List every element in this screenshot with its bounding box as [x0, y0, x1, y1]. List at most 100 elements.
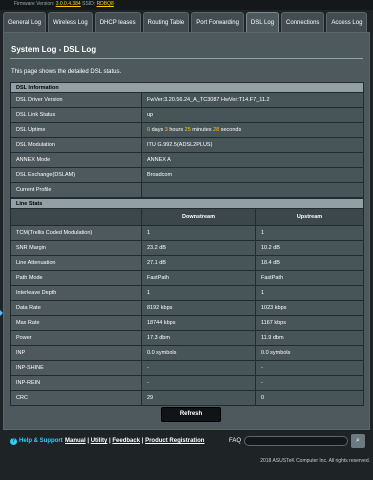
table-row: ANNEX Mode ANNEX A — [10, 152, 364, 168]
line-stat-label: TCM(Trellis Coded Modulation) — [10, 225, 142, 241]
table-row: Path Mode FastPath FastPath — [10, 270, 364, 286]
tab-dsl-log[interactable]: DSL Log — [245, 12, 280, 32]
table-row: Line Attenuation 27.1 dB 18.4 dB — [10, 255, 364, 271]
downstream-value: 18744 kbps — [141, 315, 256, 331]
upstream-column-header: Upstream — [255, 208, 364, 226]
upstream-value: 0 — [255, 390, 364, 406]
tab-general-log[interactable]: General Log — [3, 12, 47, 32]
dsl-modulation-value: ITU G.992.5(ADSL2PLUS) — [141, 137, 364, 153]
downstream-value: - — [141, 375, 256, 391]
dsl-uptime-value: 0 days 3 hours 25 minutes 28 seconds — [141, 122, 364, 138]
table-row: DSL Uptime 0 days 3 hours 25 minutes 28 … — [10, 122, 364, 138]
downstream-value: 1 — [141, 285, 256, 301]
line-stat-label: Power — [10, 330, 142, 346]
faq-label: FAQ — [229, 438, 242, 444]
upstream-value: 0.0 symbols — [255, 345, 364, 361]
page-description: This page shows the detailed DSL status. — [11, 69, 122, 75]
dsl-uptime-label: DSL Uptime — [10, 122, 142, 138]
tab-access-log[interactable]: Access Log — [326, 12, 368, 32]
log-tabs: General Log Wireless Log DHCP leases Rou… — [3, 12, 370, 32]
line-stat-label: SNR Margin — [10, 240, 142, 256]
table-row: Max Rate 18744 kbps 1167 kbps — [10, 315, 364, 331]
upstream-value: 11.9 dbm — [255, 330, 364, 346]
dsl-link-status-value: up — [141, 107, 364, 123]
tab-dhcp-leases[interactable]: DHCP leases — [94, 12, 141, 32]
annex-mode-label: ANNEX Mode — [10, 152, 142, 168]
tab-wireless-log[interactable]: Wireless Log — [48, 12, 93, 32]
table-row: Data Rate 8192 kbps 1023 kbps — [10, 300, 364, 316]
dsl-driver-version-label: DSL Driver Version — [10, 92, 142, 108]
line-stat-label: Max Rate — [10, 315, 142, 331]
downstream-value: 27.1 dB — [141, 255, 256, 271]
dsl-driver-version-value: FwVer:3.20.56.24_A_TC3087 HwVer:T14.F7_1… — [141, 92, 364, 108]
tab-routing-table[interactable]: Routing Table — [142, 12, 190, 32]
tab-port-forwarding[interactable]: Port Forwarding — [191, 12, 244, 32]
copyright: 2018 ASUSTeK Computer Inc. All rights re… — [260, 458, 370, 464]
table-row: SNR Margin 23.2 dB 10.2 dB — [10, 240, 364, 256]
footer-links: Manual | Utility | Feedback | Product Re… — [65, 438, 205, 444]
ssid-link[interactable]: RDBQ8 — [97, 1, 114, 7]
faq-search-input[interactable] — [244, 436, 348, 446]
footer: ? Help & Support Manual | Utility | Feedb… — [0, 432, 373, 452]
help-support: ? Help & Support — [10, 438, 63, 445]
table-row: Current Profile — [10, 182, 364, 198]
refresh-button[interactable]: Refresh — [161, 407, 221, 422]
help-support-label: Help & Support — [19, 438, 63, 444]
table-row: Power 17.3 dbm 11.9 dbm — [10, 330, 364, 346]
downstream-value: 1 — [141, 225, 256, 241]
table-row: DSL Link Status up — [10, 107, 364, 123]
upstream-value: - — [255, 375, 364, 391]
table-row: INP-SHINE - - — [10, 360, 364, 376]
firmware-bar: Firmware Version: 3.0.0.4.384 SSID: RDBQ… — [0, 0, 373, 10]
line-stat-label: Line Attenuation — [10, 255, 142, 271]
downstream-value: 0.0 symbols — [141, 345, 256, 361]
upstream-value: 1 — [255, 285, 364, 301]
annex-mode-value: ANNEX A — [141, 152, 364, 168]
expand-arrow-icon[interactable] — [0, 310, 3, 316]
line-stats-corner — [10, 208, 142, 226]
downstream-column-header: Downstream — [141, 208, 256, 226]
page-title: System Log - DSL Log — [11, 45, 97, 54]
dsl-exchange-value: Broadcom — [141, 167, 364, 183]
firmware-version-link[interactable]: 3.0.0.4.384 — [56, 1, 81, 7]
table-row: TCM(Trellis Coded Modulation) 1 1 — [10, 225, 364, 241]
search-icon[interactable]: ⌕ — [351, 434, 365, 448]
dsl-link-status-label: DSL Link Status — [10, 107, 142, 123]
current-profile-value — [141, 182, 364, 198]
table-row: INP 0.0 symbols 0.0 symbols — [10, 345, 364, 361]
ssid-label: SSID: — [80, 1, 97, 7]
upstream-value: 10.2 dB — [255, 240, 364, 256]
downstream-value: FastPath — [141, 270, 256, 286]
line-stats-table: Line Stats Downstream Upstream TCM(Trell… — [10, 198, 364, 406]
line-stats-header: Line Stats — [10, 198, 364, 209]
downstream-value: 8192 kbps — [141, 300, 256, 316]
line-stat-label: INP-SHINE — [10, 360, 142, 376]
table-row: DSL Driver Version FwVer:3.20.56.24_A_TC… — [10, 92, 364, 108]
dsl-exchange-label: DSL Exchange(DSLAM) — [10, 167, 142, 183]
product-registration-link[interactable]: Product Registration — [145, 438, 204, 444]
line-stat-label: INP-REIN — [10, 375, 142, 391]
downstream-value: - — [141, 360, 256, 376]
downstream-value: 17.3 dbm — [141, 330, 256, 346]
downstream-value: 29 — [141, 390, 256, 406]
downstream-value: 23.2 dB — [141, 240, 256, 256]
title-divider — [10, 58, 363, 59]
table-row: Interleave Depth 1 1 — [10, 285, 364, 301]
upstream-value: FastPath — [255, 270, 364, 286]
dsl-log-panel: System Log - DSL Log This page shows the… — [3, 32, 370, 430]
firmware-label: Firmware Version: — [14, 1, 56, 7]
utility-link[interactable]: Utility — [91, 438, 108, 444]
manual-link[interactable]: Manual — [65, 438, 86, 444]
line-stat-label: Interleave Depth — [10, 285, 142, 301]
dsl-information-header: DSL Information — [10, 82, 364, 93]
dsl-modulation-label: DSL Modulation — [10, 137, 142, 153]
upstream-value: - — [255, 360, 364, 376]
upstream-value: 1 — [255, 225, 364, 241]
feedback-link[interactable]: Feedback — [112, 438, 140, 444]
upstream-value: 18.4 dB — [255, 255, 364, 271]
upstream-value: 1023 kbps — [255, 300, 364, 316]
tab-connections[interactable]: Connections — [281, 12, 325, 32]
line-stat-label: INP — [10, 345, 142, 361]
table-row: DSL Exchange(DSLAM) Broadcom — [10, 167, 364, 183]
line-stat-label: CRC — [10, 390, 142, 406]
